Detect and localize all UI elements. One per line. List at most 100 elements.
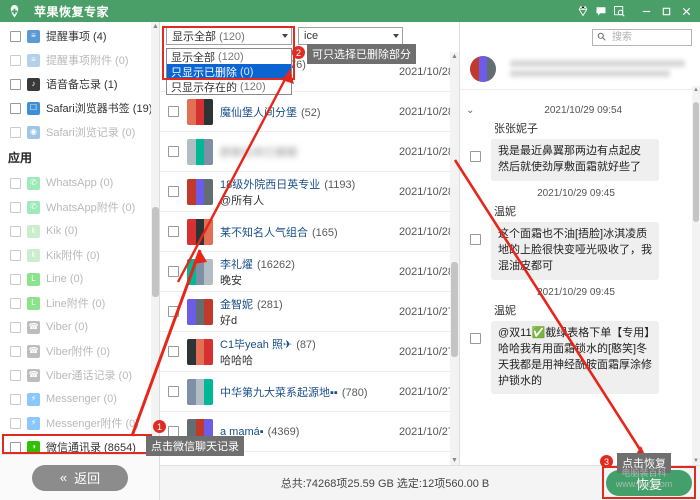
scroll-down-icon[interactable]: ▼: [450, 456, 459, 465]
sidebar-item[interactable]: ☎ Viber附件 (0): [0, 339, 159, 363]
collapse-chevron-icon[interactable]: ⌄: [466, 105, 474, 116]
sidebar-item-checkbox[interactable]: [10, 393, 21, 405]
chat-avatar: [187, 258, 213, 285]
scroll-up-icon[interactable]: ▲: [692, 86, 700, 94]
chat-list-scrollbar-thumb[interactable]: [451, 262, 458, 357]
sidebar-item-checkbox[interactable]: [10, 126, 21, 138]
sidebar-item[interactable]: ♪ 语音备忘录 (1): [0, 72, 159, 96]
search-box[interactable]: [592, 28, 692, 46]
chat-avatar: [187, 138, 213, 165]
sidebar-scrollbar[interactable]: ▲ ▼: [151, 22, 159, 454]
maximize-button[interactable]: [656, 1, 676, 21]
message-row: @双11✅截绿表格下单【专用】哈哈我有用面霜锁水的[憨笑]冬天我都是用神经酰胺面…: [460, 320, 692, 395]
sidebar-item[interactable]: k Kik (0): [0, 219, 159, 243]
sidebar-item[interactable]: ☎ Viber通话记录 (0): [0, 363, 159, 387]
sidebar-item-checkbox[interactable]: [10, 321, 21, 333]
message-bubble: 这个面霜也不油[捂脸]冰淇凌质地的上脸很快变哑光吸收了，我混油皮都可: [491, 221, 659, 280]
chat-list-item[interactable]: 金智妮 (281) 好d 2021/10/27: [160, 292, 460, 332]
sidebar-item-label: Line附件 (0): [46, 298, 106, 310]
diamond-icon[interactable]: [574, 2, 592, 20]
sidebar-item[interactable]: ≡ 提醒事项 (4): [0, 24, 159, 48]
search-input[interactable]: [610, 30, 687, 44]
status-filter-dropdown[interactable]: 显示全部 (120) 只显示已删除 (0) 只显示存在的 (120): [166, 48, 292, 95]
conversation-scrollbar-thumb[interactable]: [693, 102, 699, 222]
sidebar-item[interactable]: ☐ Safari浏览器书签 (19): [0, 96, 159, 120]
status-filter-option[interactable]: 只显示已删除 (0): [167, 64, 291, 79]
search-bar: [460, 22, 700, 48]
conversation-scrollbar[interactable]: ▲ ▼: [692, 86, 700, 465]
message-checkbox[interactable]: [470, 332, 481, 344]
recover-button[interactable]: 恢复: [606, 470, 692, 496]
sidebar-item-label: Safari浏览记录 (0): [46, 127, 136, 139]
viber-calls-icon: ☎: [27, 368, 40, 382]
status-filter-option[interactable]: 只显示存在的 (120): [167, 79, 291, 94]
chat-list-item[interactable]: 中华第九大菜系起源地▪▪ (780) 2021/10/27: [160, 372, 460, 412]
sidebar-item-checkbox[interactable]: [10, 78, 21, 90]
sidebar-item-checkbox[interactable]: [10, 441, 21, 453]
sidebar-item[interactable]: ≡ 提醒事项附件 (0): [0, 48, 159, 72]
sidebar-item[interactable]: L Line附件 (0): [0, 291, 159, 315]
back-button[interactable]: « 返回: [32, 464, 128, 491]
sidebar-item-checkbox[interactable]: [10, 177, 21, 189]
message-checkbox[interactable]: [470, 233, 481, 245]
sidebar-item-checkbox[interactable]: [10, 201, 21, 213]
chat-item-date: 2021/10/27: [398, 425, 454, 438]
sidebar-item[interactable]: ⚡ Messenger附件 (0): [0, 411, 159, 435]
chat-avatar: [187, 98, 213, 125]
minimize-button[interactable]: [636, 1, 656, 21]
chat-item-message-count: (1193): [324, 178, 356, 191]
sidebar-item[interactable]: k Kik附件 (0): [0, 243, 159, 267]
sidebar-item-checkbox[interactable]: [10, 54, 21, 66]
sidebar-item-checkbox[interactable]: [10, 273, 21, 285]
scroll-up-icon[interactable]: ▲: [450, 52, 459, 61]
chat-list-item-checkbox[interactable]: [168, 346, 179, 357]
sidebar-item[interactable]: ⚡ Messenger (0): [0, 387, 159, 411]
status-filter-option[interactable]: 显示全部 (120): [167, 49, 291, 64]
sidebar-item[interactable]: ✆ WhatsApp (0): [0, 171, 159, 195]
chat-list-item[interactable]: 18级外院西日英专业 (1193) @所有人 2021/10/28: [160, 172, 460, 212]
chat-list-item[interactable]: 某不知名人气组合 (165) 2021/10/28: [160, 212, 460, 252]
chat-list-item-checkbox[interactable]: [168, 146, 179, 157]
sidebar-item-checkbox[interactable]: [10, 369, 21, 381]
status-filter-select[interactable]: 显示全部 (120): [166, 27, 292, 45]
account-filter-select[interactable]: ice: [298, 27, 403, 45]
chat-list-item-checkbox[interactable]: [168, 266, 179, 277]
chat-list-item[interactable]: 群聊名称已模糊 2021/10/28: [160, 132, 460, 172]
sidebar-item-checkbox[interactable]: [10, 417, 21, 429]
chat-list-item[interactable]: C1毕yeah 照✈ (87) 哈哈哈 2021/10/27: [160, 332, 460, 372]
sidebar-item[interactable]: ☎ Viber (0): [0, 315, 159, 339]
annotation-tooltip-1: 点击微信聊天记录: [146, 436, 244, 456]
chat-list-scrollbar[interactable]: ▲ ▼: [450, 52, 459, 465]
message-checkbox[interactable]: [470, 151, 481, 162]
sidebar-item-checkbox[interactable]: [10, 30, 21, 42]
chat-item-date: 2021/10/28: [398, 105, 454, 118]
sidebar-item-checkbox[interactable]: [10, 102, 21, 114]
chat-list-item[interactable]: 李礼燿 (16262) 晚安 2021/10/28: [160, 252, 460, 292]
chat-list-scroll-area: 梦颖—3群(2076)官方滑减2021/10/28魔仙堡人间分堡(52)2021…: [160, 52, 460, 465]
chat-list-item-checkbox[interactable]: [168, 386, 179, 397]
chat-list-item-checkbox[interactable]: [168, 226, 179, 237]
app-title: 苹果恢复专家: [34, 4, 110, 19]
scroll-down-icon[interactable]: ▼: [692, 457, 700, 465]
sidebar-scrollbar-thumb[interactable]: [152, 207, 159, 297]
sidebar-item-label: Viber附件 (0): [46, 346, 110, 358]
sidebar-item-checkbox[interactable]: [10, 297, 21, 309]
sidebar-item-checkbox[interactable]: [10, 249, 21, 261]
sidebar-item-checkbox[interactable]: [10, 225, 21, 237]
sidebar-item-checkbox[interactable]: [10, 345, 21, 357]
sidebar-item[interactable]: ◉ Safari浏览记录 (0): [0, 120, 159, 144]
chevron-down-icon: [282, 34, 288, 38]
doc-search-icon[interactable]: [610, 2, 628, 20]
chat-list-item-checkbox[interactable]: [168, 106, 179, 117]
chat-list-item[interactable]: 魔仙堡人间分堡 (52) 2021/10/28: [160, 92, 460, 132]
chat-list-item-checkbox[interactable]: [168, 306, 179, 317]
line-attach-icon: L: [27, 296, 40, 310]
sidebar-item[interactable]: L Line (0): [0, 267, 159, 291]
sidebar-app-list: ✆ WhatsApp (0) ✆ WhatsApp附件 (0) k Kik (0) k Kik…: [0, 169, 159, 454]
chat-list-item-checkbox[interactable]: [168, 186, 179, 197]
scroll-up-icon[interactable]: ▲: [151, 22, 159, 31]
sidebar-item[interactable]: ✆ WhatsApp附件 (0): [0, 195, 159, 219]
sidebar-item[interactable]: ◑ 微信通讯录 (8654): [0, 435, 159, 454]
chat-bubble-icon[interactable]: [592, 2, 610, 20]
close-button[interactable]: [676, 1, 696, 21]
